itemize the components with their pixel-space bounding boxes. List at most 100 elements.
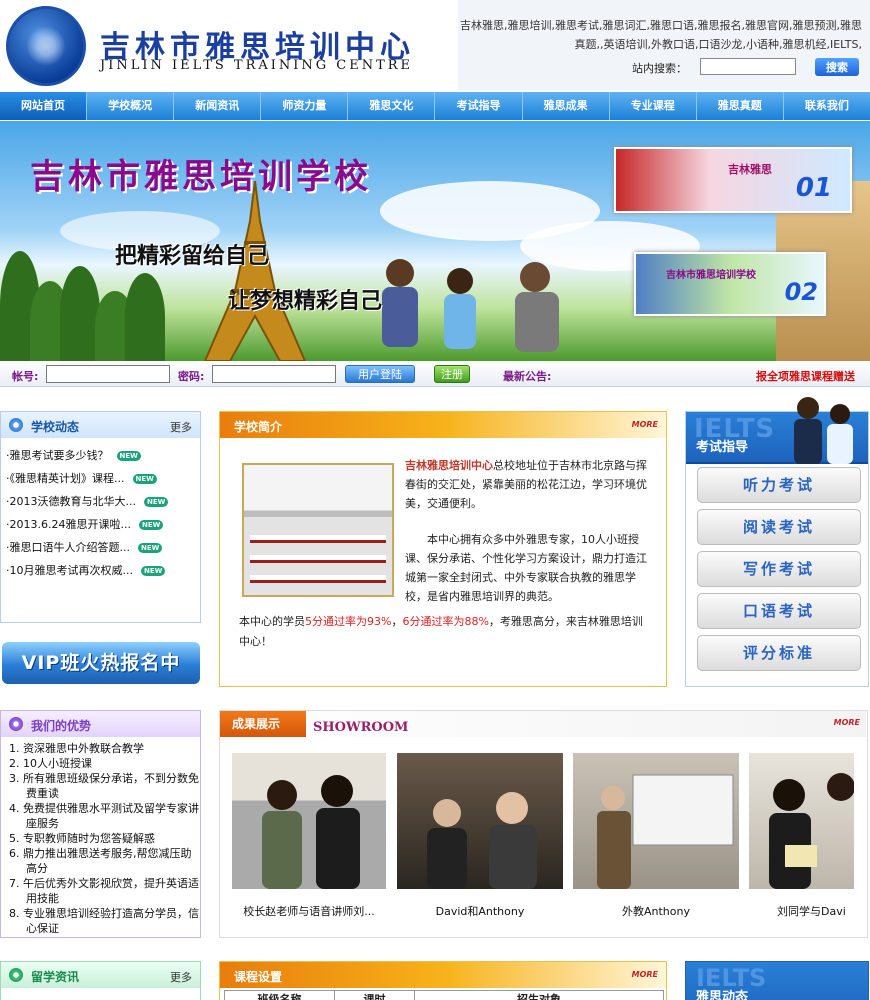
list-item[interactable]: ·10月雅思考试再次权威... NEW [6, 559, 200, 582]
exam-guide-title: 考试指导 [696, 440, 749, 455]
banner-ad-02-number: 02 [784, 278, 818, 306]
school-intro-header: 学校简介 MORE [220, 412, 666, 438]
showroom-caption-4[interactable]: 刘同学与Davi [749, 903, 859, 919]
tree-shape [125, 273, 165, 361]
search-button[interactable]: 搜索 [815, 58, 859, 76]
list-item: 6. 鼎力推出雅思送考服务,帮您减压助高分 [9, 847, 192, 875]
school-news-more-link[interactable]: 更多 [170, 419, 192, 435]
study-abroad-title: 留学资讯 [31, 970, 80, 984]
search-input[interactable] [700, 58, 796, 75]
school-intro-more-link[interactable]: MORE [632, 420, 658, 429]
showroom-photo-3[interactable] [573, 753, 739, 889]
course-col-hours: 课时 [335, 991, 415, 1000]
showroom-caption-1[interactable]: 校长赵老师与语音讲师刘... [226, 903, 392, 919]
vip-signup-banner[interactable]: VIP班火热报名中 [2, 642, 200, 684]
course-col-target: 招生对象 [517, 993, 561, 1000]
school-intro-title: 学校简介 [234, 420, 283, 434]
speaking-exam-button[interactable]: 口语考试 [697, 593, 861, 629]
advantages-panel: 我们的优势 1. 资深雅思中外教联合教学 2. 10人小班授课 3. 所有雅思班… [0, 710, 201, 938]
hero-banner[interactable]: 吉林市雅思培训学校 把精彩留给自己 让梦想精彩自己 吉林雅思 01 吉林市雅思培… [0, 121, 870, 361]
showroom-photo-2[interactable] [397, 753, 563, 889]
new-badge: NEW [138, 543, 163, 553]
register-button[interactable]: 注册 [434, 365, 470, 383]
list-item[interactable]: ·雅思口语牛人介绍答题... NEW [6, 536, 200, 559]
intro-pass-rate-5: 5分通过率为93% [305, 615, 392, 628]
people-photo-icon [427, 792, 537, 889]
eiffel-tower-icon [203, 181, 307, 361]
advantages-title: 我们的优势 [31, 719, 92, 733]
advantages-header: 我们的优势 [1, 711, 200, 737]
bullet-icon [9, 418, 23, 432]
banner-title: 吉林市雅思培训学校 [30, 157, 372, 197]
logo-globe-icon[interactable] [6, 6, 86, 86]
login-button[interactable]: 用户登陆 [345, 365, 415, 383]
nav-school-overview[interactable]: 学校概况 [87, 92, 175, 120]
notice-marquee[interactable]: 报全项雅思课程赠送 [756, 368, 855, 384]
new-badge: NEW [143, 497, 169, 507]
showroom-photo-4[interactable] [749, 753, 854, 889]
nav-contact[interactable]: 联系我们 [784, 92, 870, 120]
desk-shape [250, 555, 386, 563]
new-badge: NEW [132, 474, 157, 484]
listening-exam-button[interactable]: 听力考试 [697, 467, 861, 503]
list-item[interactable]: ·雅思考试要多少钱？ NEW [6, 444, 200, 467]
list-item[interactable]: ·2013沃德教育与北华大... NEW [6, 490, 200, 513]
list-item: 2. 10人小班授课 [9, 757, 92, 770]
bullet-icon [9, 717, 23, 731]
list-item: 4. 免费提供雅思水平测试及留学专家讲座服务 [9, 802, 199, 830]
courses-title: 课程设置 [234, 970, 283, 984]
nav-real-exams[interactable]: 雅思真题 [697, 92, 784, 120]
main-nav: 网站首页 学校概况 新闻资讯 师资力量 雅思文化 考试指导 雅思成果 专业课程 … [0, 92, 870, 120]
register-button-label: 注册 [441, 369, 463, 381]
login-button-label: 用户登陆 [358, 369, 402, 381]
intro-school-name: 吉林雅思培训中心 [405, 459, 493, 472]
showroom-photo-1[interactable] [232, 753, 386, 889]
intro-p3-a: 本中心的学员 [239, 615, 305, 628]
seo-keywords: 吉林雅思,雅思培训,雅思考试,雅思词汇,雅思口语,雅思报名,雅思官网,雅思预测,… [460, 19, 862, 51]
desk-shape [250, 575, 386, 583]
writing-exam-button[interactable]: 写作考试 [697, 551, 861, 587]
banner-ad-01[interactable]: 吉林雅思 01 [614, 147, 852, 213]
reading-exam-button[interactable]: 阅读考试 [697, 509, 861, 545]
nav-home[interactable]: 网站首页 [0, 92, 88, 120]
search-label: 站内搜索： [632, 62, 687, 75]
showroom-caption-2[interactable]: David和Anthony [397, 903, 563, 919]
password-input[interactable] [212, 365, 336, 383]
list-item[interactable]: ·《雅思精英计划》课程... NEW [6, 467, 200, 490]
news-title: ·10月雅思考试再次权威... [6, 564, 133, 577]
nav-exam-guide[interactable]: 考试指导 [435, 92, 523, 120]
scoring-standard-button[interactable]: 评分标准 [697, 635, 861, 671]
showroom-caption-3[interactable]: 外教Anthony [573, 903, 739, 919]
students-icon [794, 397, 853, 464]
list-item[interactable]: ·2013.6.24雅思开课啦... NEW [6, 513, 200, 536]
notice-label: 最新公告: [503, 370, 552, 383]
list-item: 1. 资深雅思中外教联合教学 [9, 742, 144, 755]
intro-paragraph-3: 本中心的学员5分通过率为93%，6分通过率为88%，考雅思高分，来吉林雅思培训中… [239, 612, 653, 652]
search-button-label: 搜索 [826, 62, 848, 74]
classroom-photo[interactable] [242, 463, 394, 597]
school-news-panel: 学校动态 更多 ·雅思考试要多少钱？ NEW ·《雅思精英计划》课程... NEW … [0, 411, 201, 623]
list-item: 3. 所有雅思班级保分承诺，不到分数免费重读 [9, 772, 199, 800]
nav-courses[interactable]: 专业课程 [610, 92, 697, 120]
exam-guide-header: IELTS 考试指导 [686, 397, 868, 464]
showroom-header: 成果展示 SHOWROOM MORE [220, 711, 866, 737]
course-col-name: 班级名称 [225, 991, 335, 1000]
nav-ielts-culture[interactable]: 雅思文化 [348, 92, 436, 120]
study-abroad-more-link[interactable]: 更多 [170, 969, 192, 985]
courses-more-link[interactable]: MORE [632, 970, 658, 979]
nav-results[interactable]: 雅思成果 [523, 92, 610, 120]
banner-ad-02[interactable]: 吉林市雅思培训学校 02 [634, 252, 826, 316]
list-item: 7. 午后优秀外文影视欣赏，提升英语适用技能 [9, 877, 199, 905]
logo-subtitle: JINLIN IELTS TRAINING CENTRE [100, 58, 414, 73]
nav-teachers[interactable]: 师资力量 [261, 92, 349, 120]
showroom-more-link[interactable]: MORE [834, 718, 860, 727]
header: 吉林市雅思培训中心 JINLIN IELTS TRAINING CENTRE 吉… [0, 0, 870, 90]
nav-news[interactable]: 新闻资讯 [174, 92, 262, 120]
students-illustration [382, 259, 559, 352]
account-input[interactable] [46, 365, 170, 383]
school-news-header: 学校动态 更多 [1, 412, 200, 438]
bullet-icon [9, 968, 23, 982]
account-label: 帐号: [12, 370, 39, 383]
banner-ad-02-text: 吉林市雅思培训学校 [666, 270, 756, 281]
courses-table-header: 班级名称 课时 招生对象 [224, 990, 664, 1000]
